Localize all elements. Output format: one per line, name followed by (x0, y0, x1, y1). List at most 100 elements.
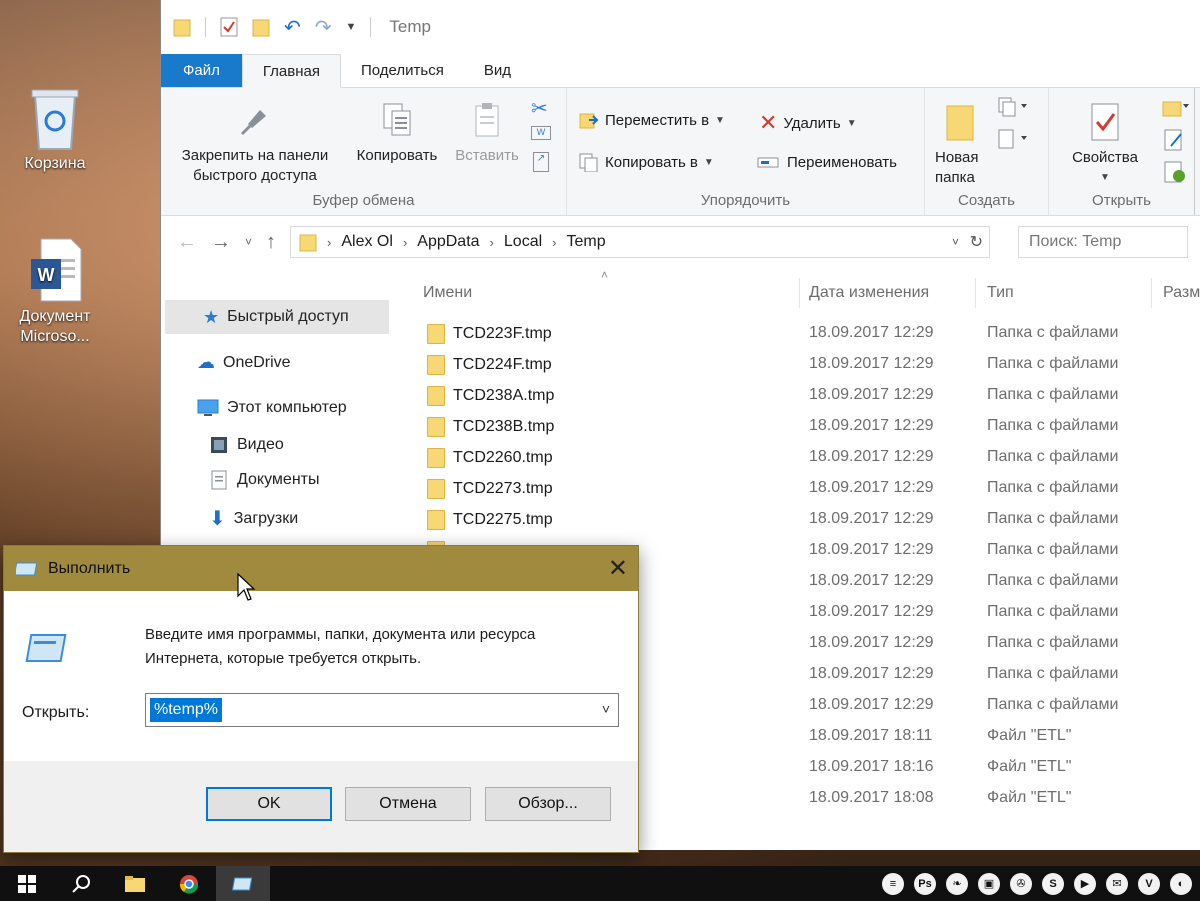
file-type-cell: Папка с файлами (987, 355, 1119, 372)
copy-button[interactable]: Копировать (349, 102, 445, 166)
table-row[interactable]: TCD238A.tmp 18.09.2017 12:29 Папка с файла… (397, 380, 1200, 411)
search-icon[interactable] (54, 866, 108, 901)
copy-path-icon[interactable]: W (531, 126, 551, 140)
open-combobox[interactable]: %temp% ˅ (145, 693, 619, 727)
close-icon[interactable]: ✕ (608, 554, 628, 583)
refresh-icon[interactable]: ↻ (970, 232, 983, 252)
file-date-cell: 18.09.2017 18:08 (809, 789, 934, 806)
tab-home[interactable]: Главная (241, 54, 341, 88)
tab-share[interactable]: Поделиться (341, 54, 464, 87)
paste-button[interactable]: Вставить (449, 102, 525, 166)
properties-button[interactable]: Свойства ▼ (1055, 102, 1155, 188)
table-row[interactable]: TCD238B.tmp 18.09.2017 12:29 Папка с файла… (397, 411, 1200, 442)
desktop-icon-recycle-bin[interactable]: Корзина (5, 85, 105, 173)
tray-app-icon[interactable]: ≡ (882, 872, 904, 895)
edit-icon[interactable] (1163, 128, 1187, 152)
open-icon[interactable] (1161, 96, 1191, 118)
folder-icon[interactable] (173, 17, 191, 37)
folder-icon (427, 386, 445, 406)
tab-view[interactable]: Вид (464, 54, 531, 87)
file-explorer-icon[interactable] (108, 866, 162, 901)
paste-shortcut-icon[interactable]: ↗ (533, 152, 549, 172)
ok-button[interactable]: OK (206, 787, 332, 821)
tray-leaf-icon[interactable]: ❧ (946, 872, 968, 895)
properties-check-icon[interactable] (220, 17, 238, 37)
column-divider (975, 278, 976, 308)
cut-icon[interactable]: ✂ (531, 96, 548, 121)
browse-button[interactable]: Обзор... (485, 787, 611, 821)
file-type-cell: Папка с файлами (987, 417, 1119, 434)
column-header-date[interactable]: Дата изменения (809, 284, 929, 302)
breadcrumb-segment[interactable]: Temp (566, 233, 605, 251)
table-row[interactable]: TCD224F.tmp 18.09.2017 12:29 Папка с файла… (397, 349, 1200, 380)
rename-button[interactable]: Переименовать (757, 152, 897, 172)
up-arrow-icon[interactable]: ↑ (266, 231, 276, 254)
nav-item-onedrive[interactable]: ☁ OneDrive (197, 352, 291, 373)
column-header-name[interactable]: Имени (423, 284, 472, 302)
cloud-icon: ☁ (197, 352, 215, 372)
breadcrumb-segment[interactable]: Local (504, 233, 542, 251)
chrome-icon[interactable] (162, 866, 216, 901)
copy-to-button[interactable]: Копировать в ▼ (579, 152, 714, 172)
tray-v-icon[interactable]: V (1138, 872, 1160, 895)
divider (370, 17, 372, 37)
table-row[interactable]: TCD223F.tmp 18.09.2017 12:29 Папка с файла… (397, 318, 1200, 349)
table-row[interactable]: TCD2260.tmp 18.09.2017 12:29 Папка с файла… (397, 442, 1200, 473)
folder-icon (427, 448, 445, 468)
file-date-cell: 18.09.2017 18:11 (809, 727, 933, 744)
chevron-down-icon[interactable]: ˅ (952, 235, 959, 249)
run-taskbar-icon[interactable] (216, 866, 270, 901)
tray-settings-icon[interactable]: ✇ (1010, 872, 1032, 895)
chevron-down-icon: ▼ (846, 117, 857, 129)
nav-item-quick-access[interactable]: ★ Быстрый доступ (165, 300, 389, 334)
customize-toolbar-chevron-icon[interactable]: ▼ (346, 21, 357, 33)
table-row[interactable]: TCD2273.tmp 18.09.2017 12:29 Папка с файла… (397, 473, 1200, 504)
file-type-cell: Файл "ETL" (987, 758, 1072, 775)
tray-globe-icon[interactable]: ◐ (1170, 872, 1192, 895)
nav-item-downloads[interactable]: ⬇ Загрузки (209, 506, 298, 531)
nav-item-documents[interactable]: Документы (209, 470, 319, 490)
chevron-right-icon: › (489, 234, 494, 250)
undo-icon[interactable]: ↶ (284, 15, 301, 40)
chevron-down-icon[interactable]: ˅ (602, 701, 610, 717)
search-input[interactable]: Поиск: Temp (1018, 226, 1189, 258)
move-to-button[interactable]: Переместить в ▼ (579, 110, 725, 130)
address-path[interactable]: › Alex Ol › AppData › Local › Temp ˅ ↻ (290, 226, 991, 258)
tray-chat-icon[interactable]: ✉ (1106, 872, 1128, 895)
easy-access-icon[interactable] (997, 128, 1033, 150)
table-row[interactable]: TCD2275.tmp 18.09.2017 12:29 Папка с файла… (397, 504, 1200, 535)
file-date-cell: 18.09.2017 12:29 (809, 355, 934, 372)
breadcrumb-segment[interactable]: AppData (417, 233, 479, 251)
desktop-icon-word-document[interactable]: W Документ Microso... (5, 237, 105, 347)
back-arrow-icon[interactable]: ← (177, 231, 197, 254)
tab-file[interactable]: Файл (161, 54, 242, 87)
tray-play-icon[interactable]: ▶ (1074, 872, 1096, 895)
tray-s-icon[interactable]: S (1042, 872, 1064, 895)
move-to-label: Переместить в (605, 111, 710, 129)
cancel-button[interactable]: Отмена (345, 787, 471, 821)
run-dialog: Выполнить ✕ Введите имя программы, папки… (3, 545, 639, 853)
nav-item-this-pc[interactable]: Этот компьютер (197, 399, 347, 417)
history-icon[interactable] (1163, 160, 1187, 184)
tray-image-icon[interactable]: ▣ (978, 872, 1000, 895)
run-dialog-titlebar[interactable]: Выполнить ✕ (4, 546, 638, 591)
breadcrumb-segment[interactable]: Alex Ol (341, 233, 393, 251)
photoshop-icon[interactable]: Ps (914, 872, 936, 895)
file-name-cell: TCD2275.tmp (427, 510, 553, 530)
nav-item-videos[interactable]: Видео (209, 435, 284, 455)
open-input-value[interactable]: %temp% (150, 698, 223, 722)
new-folder-icon[interactable] (252, 17, 270, 37)
column-header-size[interactable]: Разм (1163, 284, 1200, 302)
new-folder-button[interactable]: Новая папка (927, 102, 997, 188)
pin-quick-access-button[interactable]: Закрепить на панели быстрого доступа (169, 102, 341, 186)
start-windows-icon[interactable] (0, 866, 54, 901)
nav-item-label: OneDrive (223, 353, 291, 371)
run-large-icon (25, 634, 67, 662)
redo-icon[interactable]: ↷ (315, 15, 332, 40)
copy-label: Копировать (356, 147, 438, 164)
forward-arrow-icon[interactable]: → (211, 231, 231, 254)
delete-button[interactable]: ✕ Удалить ▼ (759, 110, 857, 136)
column-header-type[interactable]: Тип (987, 284, 1014, 302)
new-item-icon[interactable] (997, 96, 1033, 118)
recent-locations-chevron-icon[interactable]: ˅ (245, 235, 252, 249)
